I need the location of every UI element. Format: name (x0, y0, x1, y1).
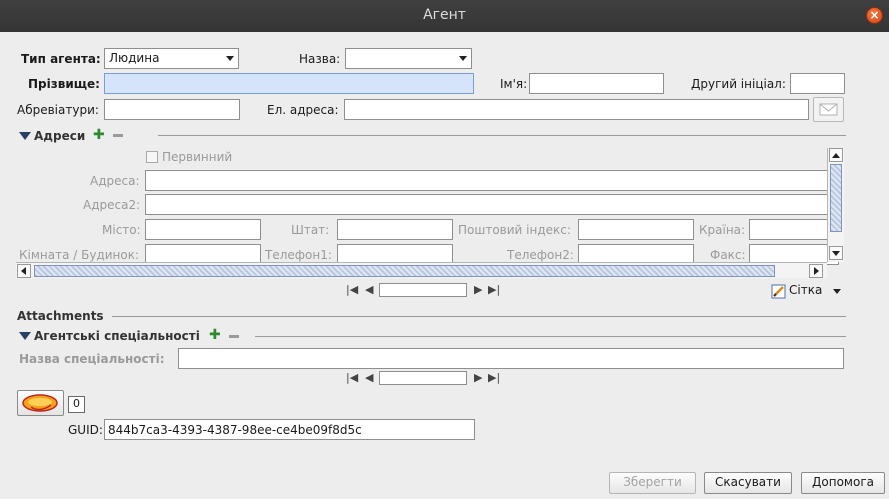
collapse-specialties-icon[interactable] (19, 332, 31, 340)
add-specialty-icon[interactable]: ✚ (209, 327, 221, 343)
fax-label: Факс: (710, 248, 746, 262)
address2-input[interactable] (145, 194, 835, 215)
arrow-left-icon (21, 267, 26, 275)
address2-label: Адреса2: (83, 198, 141, 212)
specialty-name-label: Назва спеціальності: (19, 352, 165, 366)
guid-label: GUID: (68, 423, 103, 437)
vertical-scrollbar[interactable] (827, 148, 844, 262)
guid-input[interactable] (104, 419, 475, 440)
specialties-title: Агентські спеціальності (34, 329, 200, 343)
phone1-label: Телефон1: (265, 248, 332, 262)
arrow-down-icon (832, 251, 840, 256)
next-record-icon[interactable]: ▶ (474, 283, 482, 296)
primary-label: Первинний (162, 150, 233, 164)
address-navigator: |◀ ◀ ▶ ▶| (346, 283, 506, 297)
city-label: Місто: (102, 223, 141, 237)
state-label: Штат: (291, 223, 330, 237)
scroll-right-button[interactable] (809, 264, 823, 278)
email-label: Ел. адреса: (267, 103, 339, 117)
chevron-down-icon (226, 56, 234, 61)
attachments-button[interactable] (17, 390, 64, 416)
primary-checkbox[interactable] (146, 151, 158, 163)
postal-code-input[interactable] (578, 219, 694, 240)
state-input[interactable] (337, 219, 453, 240)
remove-specialty-icon[interactable] (229, 335, 239, 338)
collapse-addresses-icon[interactable] (19, 132, 31, 140)
address-input[interactable] (145, 170, 835, 191)
record-position-box (379, 283, 467, 297)
section-divider (255, 336, 846, 337)
country-input[interactable] (749, 219, 839, 240)
address-label: Адреса: (90, 174, 140, 188)
scroll-left-button[interactable] (17, 264, 31, 278)
attachments-title: Attachments (17, 309, 104, 323)
view-grid-label: Сітка (789, 283, 823, 297)
help-button[interactable]: Допомога (801, 472, 885, 494)
agent-type-label: Тип агента: (21, 52, 101, 66)
room-building-label: Кімната / Будинок: (19, 248, 140, 262)
add-address-icon[interactable]: ✚ (93, 127, 105, 143)
city-input[interactable] (145, 219, 261, 240)
arrow-up-icon (832, 153, 840, 158)
view-grid-toggle[interactable]: Сітка (771, 282, 845, 300)
abbreviations-label: Абревіатури: (17, 103, 99, 117)
addresses-title: Адреси (34, 129, 86, 143)
abbreviations-input[interactable] (104, 99, 240, 120)
chevron-down-icon (833, 289, 841, 294)
send-email-button[interactable] (813, 97, 844, 122)
title-bar: Агент × (0, 0, 889, 32)
specialty-name-input[interactable] (178, 348, 844, 369)
next-record-icon[interactable]: ▶ (474, 371, 482, 384)
prev-record-icon[interactable]: ◀ (365, 283, 373, 296)
address-panel: Первинний Адреса: Адреса2: Місто: Штат: … (16, 147, 844, 277)
middle-initial-input[interactable] (790, 73, 845, 94)
attachment-logo-icon (22, 394, 58, 412)
name-label: Назва: (299, 52, 341, 66)
remove-address-icon[interactable] (113, 134, 123, 137)
horizontal-scrollbar[interactable] (16, 262, 827, 278)
postal-code-label: Поштовий індекс: (458, 223, 571, 237)
chevron-down-icon (459, 56, 467, 61)
middle-initial-label: Другий ініціал: (691, 77, 786, 91)
scroll-up-button[interactable] (829, 148, 843, 162)
agent-type-value: Людина (109, 51, 160, 65)
scroll-down-button[interactable] (829, 246, 843, 260)
surname-input[interactable] (104, 73, 474, 94)
horizontal-scroll-thumb[interactable] (34, 265, 775, 277)
phone2-label: Телефон2: (507, 248, 574, 262)
close-icon[interactable]: × (866, 7, 883, 24)
edit-grid-icon (771, 284, 786, 299)
last-record-icon[interactable]: ▶| (488, 371, 500, 384)
firstname-input[interactable] (529, 73, 664, 94)
firstname-label: Ім'я: (500, 77, 528, 91)
name-select[interactable] (345, 48, 472, 69)
envelope-icon (819, 103, 838, 116)
save-button[interactable]: Зберегти (609, 472, 696, 494)
attachment-count: 0 (68, 396, 85, 413)
last-record-icon[interactable]: ▶| (488, 283, 500, 296)
surname-label: Прізвище: (28, 77, 100, 91)
email-input[interactable] (344, 99, 809, 120)
window-title: Агент (423, 7, 466, 23)
record-position-box (379, 371, 467, 385)
first-record-icon[interactable]: |◀ (346, 283, 358, 296)
arrow-right-icon (814, 267, 819, 275)
cancel-button[interactable]: Скасувати (704, 472, 792, 494)
vertical-scroll-thumb[interactable] (830, 164, 842, 232)
section-divider (158, 135, 846, 136)
first-record-icon[interactable]: |◀ (346, 371, 358, 384)
section-divider (112, 316, 846, 317)
country-label: Країна: (699, 223, 746, 237)
agent-type-select[interactable]: Людина (104, 48, 239, 69)
specialty-navigator: |◀ ◀ ▶ ▶| (346, 371, 506, 385)
prev-record-icon[interactable]: ◀ (365, 371, 373, 384)
